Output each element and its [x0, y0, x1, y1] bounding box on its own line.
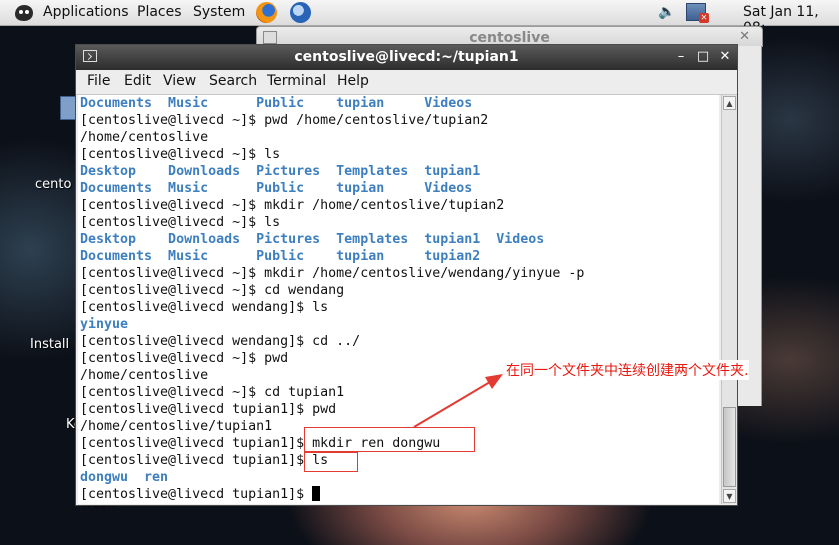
annotation-note: 在同一个文件夹中连续创建两个文件夹. [505, 360, 750, 380]
annotation-arrow [413, 374, 503, 428]
